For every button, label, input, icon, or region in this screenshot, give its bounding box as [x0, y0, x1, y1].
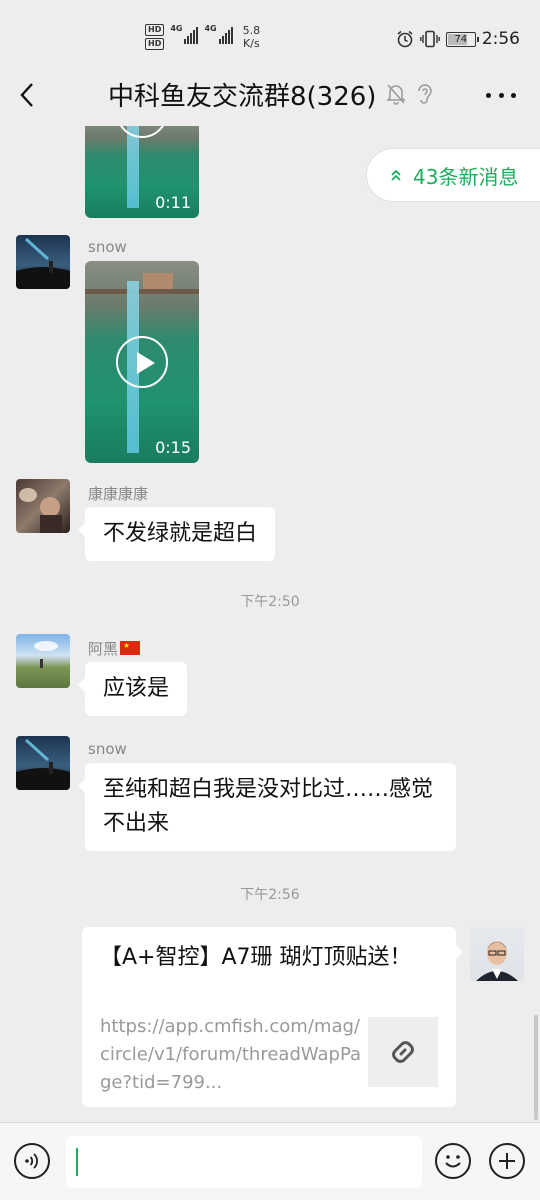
video-message[interactable]: 0:15 — [85, 261, 199, 463]
plus-button[interactable] — [489, 1143, 525, 1179]
emoji-icon — [445, 1155, 461, 1168]
timestamp: 下午2:56 — [240, 887, 300, 903]
mute-bell-icon — [386, 84, 406, 105]
message-bubble[interactable]: 至纯和超白我是没对比过……感觉不出来 — [78, 763, 456, 851]
chat-title: 中科鱼友交流群8(326) — [108, 82, 377, 112]
play-icon — [116, 336, 168, 388]
link-card[interactable]: 【A+智控】A7珊 瑚灯顶贴送！ https://app.cmfish.com/… — [82, 927, 463, 1107]
text-caret — [76, 1148, 78, 1176]
title-bar: 中科鱼友交流群8(326) — [0, 64, 540, 126]
link-url: https://app.cmfish.com/mag/circle/v1/for… — [100, 1016, 362, 1093]
network-indicators: HD HD 4G 4G 5.8 K/s — [145, 24, 260, 50]
alarm-icon — [397, 30, 413, 48]
link-icon — [392, 1041, 414, 1063]
message-bubble[interactable]: 应该是 — [77, 662, 188, 716]
link-thumbnail — [368, 1017, 438, 1087]
more-button[interactable] — [486, 82, 516, 108]
avatar[interactable] — [16, 479, 70, 533]
clock: 2:56 — [481, 29, 520, 49]
video-duration: 0:11 — [155, 193, 191, 212]
emoji-button[interactable] — [435, 1143, 471, 1179]
sender-name: 阿黑 ★ — [88, 638, 141, 659]
status-bar: HD HD 4G 4G 5.8 K/s 74 2:56 — [0, 0, 540, 64]
avatar[interactable] — [16, 634, 70, 688]
double-chevron-up-icon — [391, 169, 401, 181]
voice-button[interactable] — [14, 1143, 50, 1179]
input-bar — [0, 1122, 540, 1200]
my-avatar[interactable] — [470, 927, 524, 981]
back-arrow-icon — [20, 83, 33, 107]
hd-badge: HD — [145, 38, 165, 50]
hd-badge: HD — [145, 24, 165, 36]
video-message[interactable]: 0:11 — [85, 126, 199, 218]
sender-name: 康康康康 — [88, 485, 149, 503]
message-list[interactable]: 0:11 snow 0:15 康康康康 不发绿就是超白 下午2:50 阿黑 ★ … — [0, 126, 540, 1122]
avatar[interactable] — [16, 736, 70, 790]
network-speed: 5.8 K/s — [242, 24, 261, 50]
video-duration: 0:15 — [155, 438, 191, 457]
message-bubble[interactable]: 不发绿就是超白 — [77, 507, 276, 561]
chat-screen: HD HD 4G 4G 5.8 K/s 74 2:56 中科鱼友交流群8(326… — [0, 0, 540, 1200]
back-button[interactable] — [14, 78, 44, 112]
timestamp: 下午2:50 — [240, 594, 300, 610]
new-messages-button[interactable]: 43条新消息 — [366, 148, 540, 202]
flag-icon: ★ — [120, 641, 141, 655]
sender-name: snow — [88, 740, 127, 758]
link-title: 【A+智控】A7珊 瑚灯顶贴送！ — [100, 945, 412, 970]
ear-icon — [418, 84, 432, 104]
sender-name: snow — [88, 238, 127, 256]
scrollbar[interactable] — [534, 1015, 538, 1120]
battery-icon: 74 — [445, 31, 479, 47]
voice-icon — [25, 1153, 38, 1169]
signal-icon: 4G — [170, 24, 199, 44]
play-icon — [116, 126, 168, 138]
vibrate-icon — [419, 30, 440, 48]
avatar[interactable] — [16, 235, 70, 289]
message-input[interactable] — [66, 1136, 422, 1188]
more-icon — [486, 92, 491, 98]
signal-icon: 4G — [204, 24, 233, 44]
